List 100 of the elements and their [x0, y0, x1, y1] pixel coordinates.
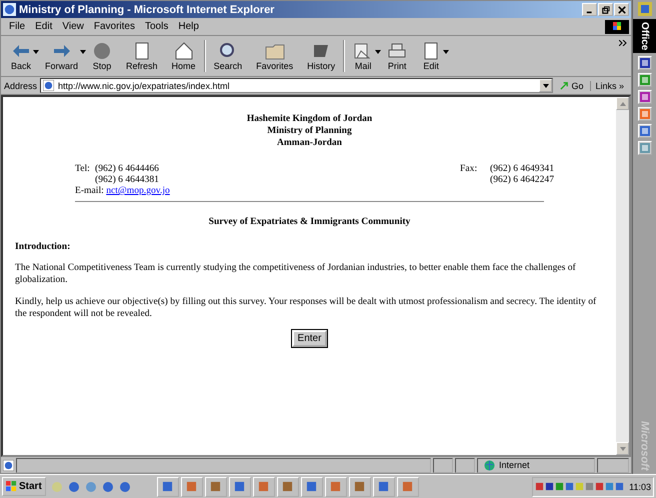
window-icon	[210, 481, 222, 492]
toolbar-button[interactable]: Mail	[347, 42, 380, 70]
heading-line: Hashemite Kingdom of Jordan	[246, 113, 374, 125]
folder-icon	[264, 42, 285, 60]
toolbar-button[interactable]: Edit	[415, 42, 448, 70]
status-pane	[455, 458, 475, 472]
taskbar-button[interactable]	[276, 476, 299, 496]
quick-launch-icon[interactable]	[68, 480, 80, 492]
page-icon	[3, 460, 14, 470]
phone-number: (962) 6 4644381	[95, 174, 159, 185]
taskbar-button[interactable]	[396, 476, 419, 496]
taskbar-button[interactable]	[228, 476, 251, 496]
menu-item[interactable]: View	[62, 21, 84, 32]
links-button[interactable]: Links »	[590, 80, 628, 90]
office-logo-icon	[638, 2, 652, 16]
page-icon	[43, 80, 54, 91]
toolbar-button[interactable]: History	[301, 42, 342, 70]
toolbar-button[interactable]: Forward	[39, 42, 84, 70]
windows-logo-icon	[6, 481, 17, 492]
scrollbar[interactable]	[616, 97, 629, 455]
window-icon	[330, 481, 342, 492]
app-shortcut-button[interactable]	[638, 56, 652, 70]
window-icon	[306, 481, 318, 492]
status-pane	[433, 458, 453, 472]
dropdown-button[interactable]	[539, 79, 552, 92]
start-button[interactable]: Start	[2, 477, 46, 496]
app-icon	[638, 108, 650, 120]
email-link[interactable]: nct@mop.gov.jo	[106, 185, 170, 196]
taskbar-button[interactable]	[372, 476, 395, 496]
menu-item[interactable]: Tools	[144, 21, 168, 32]
app-icon	[638, 125, 650, 138]
dropdown-arrow-icon	[542, 84, 549, 88]
phone-number: (962) 6 4644466	[95, 163, 159, 174]
toolbar-button[interactable]: Print	[381, 42, 414, 70]
taskbar-button[interactable]	[180, 476, 203, 496]
globe-icon	[484, 460, 495, 470]
window-icon	[258, 481, 270, 492]
address-label: Address	[4, 80, 38, 90]
window-title: Ministry of Planning - Microsoft Internet Explorer	[19, 4, 276, 16]
status-pane	[597, 458, 629, 472]
email-label: E-mail:	[75, 185, 104, 196]
toolbar-button[interactable]: Stop	[86, 42, 118, 70]
toolbar-button[interactable]: Back	[5, 42, 38, 70]
taskbar-button[interactable]	[204, 476, 227, 496]
windows-logo-icon	[605, 20, 629, 34]
toolbar-button[interactable]: Refresh	[120, 42, 164, 70]
app-shortcut-button[interactable]	[638, 124, 652, 138]
app-icon	[638, 57, 650, 70]
toolbar-button[interactable]: Favorites	[250, 42, 300, 70]
window-icon	[282, 481, 294, 492]
restore-button[interactable]	[598, 3, 613, 16]
fax-label: Fax:	[460, 163, 478, 174]
section-heading: Introduction:	[15, 241, 72, 252]
survey-title: Survey of Expatriates & Immigrants Community	[208, 216, 412, 227]
close-icon	[618, 6, 626, 14]
toolbar-button[interactable]: Search	[208, 42, 248, 70]
taskbar-button[interactable]	[156, 476, 179, 496]
office-label: Office	[633, 19, 656, 54]
fax-number: (962) 6 4649341	[490, 163, 554, 174]
restore-icon	[602, 6, 610, 14]
app-icon	[638, 74, 650, 86]
menu-item[interactable]: Help	[178, 21, 199, 32]
go-button[interactable]: Go	[556, 80, 588, 90]
paragraph: Kindly, help us achieve our objective(s) by filling out this survey. Your responses will be dealt with utmost professionalism and secrecy. The identity of the respondent will not be revealed.	[15, 296, 598, 320]
taskbar-button[interactable]	[348, 476, 371, 496]
stop-icon	[92, 42, 112, 60]
clock: 11:03	[629, 482, 651, 492]
close-button[interactable]	[614, 3, 629, 16]
quick-launch-icon[interactable]	[118, 480, 131, 492]
home-icon	[174, 42, 194, 60]
go-arrow-icon	[560, 81, 570, 90]
address-field[interactable]: http://www.nic.gov.jo/expatriates/index.html	[40, 78, 554, 93]
window-icon	[378, 481, 390, 492]
taskbar-button[interactable]	[300, 476, 323, 496]
up-arrow-icon[interactable]	[620, 102, 626, 106]
taskbar-button[interactable]	[252, 476, 275, 496]
menu-item[interactable]: Edit	[35, 21, 52, 32]
printer-icon	[387, 42, 408, 60]
fax-number: (962) 6 4642247	[490, 174, 554, 185]
window-icon	[354, 481, 366, 492]
chevron-icon	[619, 40, 627, 46]
toolbar-button[interactable]: Home	[166, 42, 202, 70]
window-icon	[186, 481, 198, 492]
app-icon	[638, 91, 650, 104]
enter-button[interactable]: Enter	[292, 330, 328, 347]
down-arrow-icon[interactable]	[620, 446, 626, 450]
quick-launch-icon[interactable]	[102, 480, 114, 492]
window-icon	[402, 481, 414, 492]
minimize-button[interactable]	[582, 3, 597, 16]
window-icon	[234, 481, 246, 492]
tel-label: Tel:	[75, 163, 91, 174]
browser-icon	[3, 3, 16, 16]
menu-item[interactable]: File	[9, 21, 26, 32]
app-shortcut-button[interactable]	[638, 90, 652, 104]
heading-line: Amman-Jordan	[276, 137, 343, 149]
taskbar-button[interactable]	[324, 476, 347, 496]
window-icon	[162, 481, 174, 492]
menu-item[interactable]: Favorites	[94, 21, 135, 32]
zone-label: Internet	[499, 460, 530, 470]
heading-line: Ministry of Planning	[266, 125, 353, 137]
